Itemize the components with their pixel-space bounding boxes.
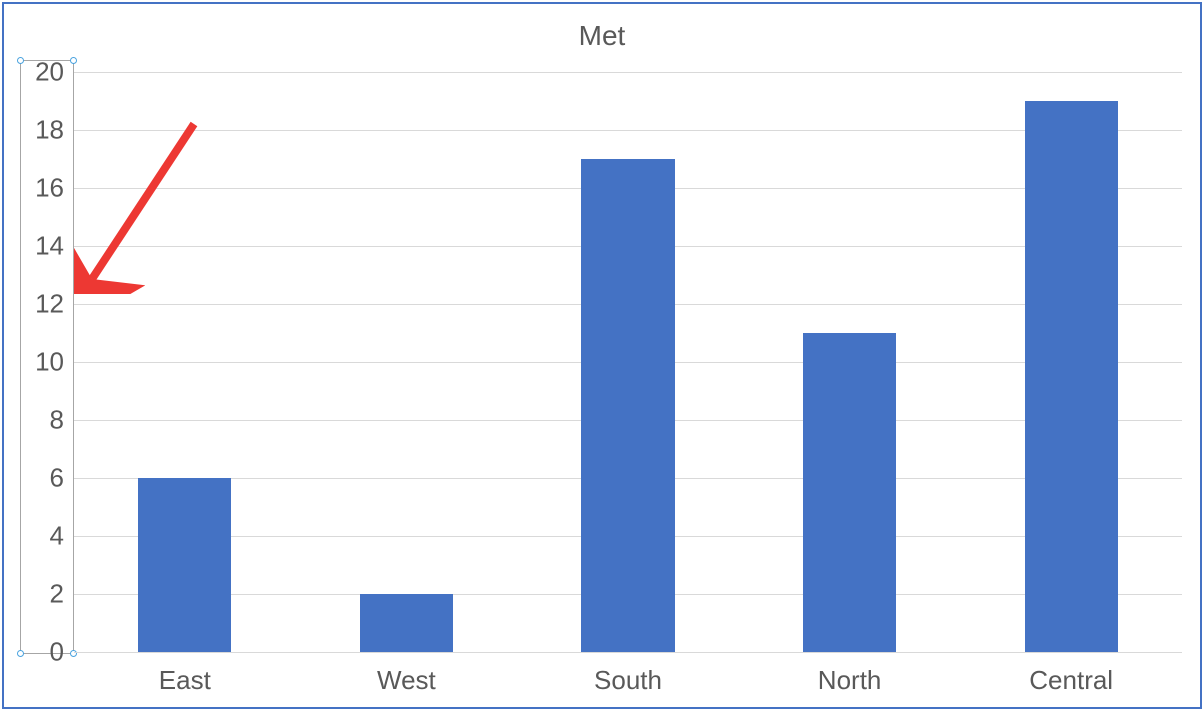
x-axis-tick-label[interactable]: East xyxy=(159,665,211,696)
y-axis-tick-label[interactable]: 20 xyxy=(24,57,64,88)
plot-area[interactable]: 02468101214161820EastWestSouthNorthCentr… xyxy=(74,72,1182,652)
selection-handle-icon[interactable] xyxy=(70,57,77,64)
y-axis-tick-label[interactable]: 2 xyxy=(24,579,64,610)
x-axis-tick-label[interactable]: South xyxy=(594,665,662,696)
bar-east[interactable] xyxy=(138,478,231,652)
gridline xyxy=(74,72,1182,73)
gridline xyxy=(74,652,1182,653)
y-axis-tick-label[interactable]: 16 xyxy=(24,173,64,204)
chart-title[interactable]: Met xyxy=(4,20,1200,52)
y-axis-tick-label[interactable]: 4 xyxy=(24,521,64,552)
y-axis-tick-label[interactable]: 6 xyxy=(24,463,64,494)
bar-west[interactable] xyxy=(360,594,453,652)
x-axis-tick-label[interactable]: West xyxy=(377,665,436,696)
y-axis-tick-label[interactable]: 10 xyxy=(24,347,64,378)
y-axis-tick-label[interactable]: 12 xyxy=(24,289,64,320)
x-axis-tick-label[interactable]: North xyxy=(818,665,882,696)
y-axis-tick-label[interactable]: 8 xyxy=(24,405,64,436)
bar-north[interactable] xyxy=(803,333,896,652)
x-axis-tick-label[interactable]: Central xyxy=(1029,665,1113,696)
selection-handle-icon[interactable] xyxy=(17,650,24,657)
y-axis-tick-label[interactable]: 14 xyxy=(24,231,64,262)
chart-container[interactable]: Met 02468101214161820EastWestSouthNorthC… xyxy=(2,2,1202,709)
bar-south[interactable] xyxy=(581,159,674,652)
y-axis-tick-label[interactable]: 18 xyxy=(24,115,64,146)
y-axis-tick-label[interactable]: 0 xyxy=(24,637,64,668)
selection-handle-icon[interactable] xyxy=(17,57,24,64)
bar-central[interactable] xyxy=(1025,101,1118,652)
gridline xyxy=(74,130,1182,131)
